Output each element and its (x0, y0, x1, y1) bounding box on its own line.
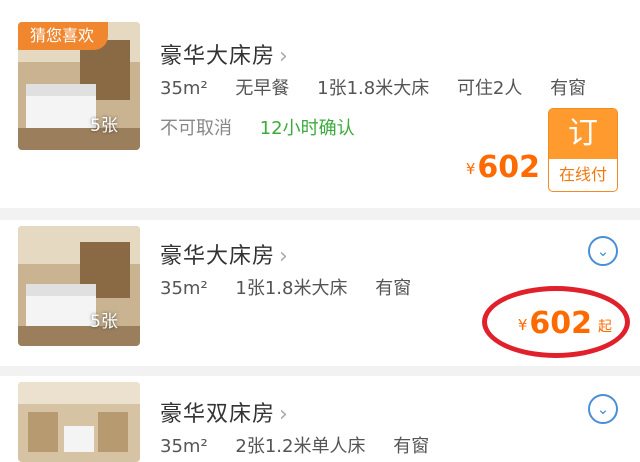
separator (0, 208, 640, 220)
recommend-tag: 猜您喜欢 (18, 22, 109, 50)
highlight-circle (482, 286, 630, 358)
photo-count: 5张 (90, 312, 118, 332)
room-title[interactable]: 豪华双床房 › (160, 396, 289, 428)
room-specs: 35m² 无早餐 1张1.8米大床 可住2人 有窗 (160, 78, 587, 99)
room-price: ¥602 (465, 150, 540, 185)
chevron-down-circle-icon[interactable]: ⌄ (588, 236, 618, 266)
room-photo-image (18, 382, 140, 462)
chevron-right-icon: › (279, 402, 289, 427)
room-policy: 不可取消 12小时确认 (160, 114, 377, 140)
confirm-time: 12小时确认 (259, 118, 355, 139)
room-photo[interactable]: 5张 (18, 226, 140, 346)
room-photo-image (18, 226, 140, 346)
room-card-3[interactable]: 豪华双床房 › 35m² 2张1.2米单人床 有窗 ⌄ (0, 376, 640, 462)
room-specs: 35m² 1张1.8米大床 有窗 (160, 278, 412, 299)
chevron-right-icon: › (279, 244, 289, 269)
room-photo[interactable]: 猜您喜欢 5张 (18, 22, 140, 150)
chevron-down-circle-icon[interactable]: ⌄ (588, 394, 618, 424)
room-title[interactable]: 豪华大床房 › (160, 238, 289, 270)
separator (0, 366, 640, 376)
room-card-1[interactable]: 猜您喜欢 5张 豪华大床房 › 35m² 无早餐 1张1.8米大床 可住2人 有窗… (0, 0, 640, 212)
cancel-policy: 不可取消 (160, 118, 232, 139)
room-photo[interactable] (18, 382, 140, 462)
photo-count: 5张 (90, 116, 118, 136)
room-title[interactable]: 豪华大床房 › (160, 38, 289, 70)
chevron-right-icon: › (279, 44, 289, 69)
room-specs: 35m² 2张1.2米单人床 有窗 (160, 436, 430, 457)
book-button[interactable]: 订 在线付 (548, 108, 618, 192)
